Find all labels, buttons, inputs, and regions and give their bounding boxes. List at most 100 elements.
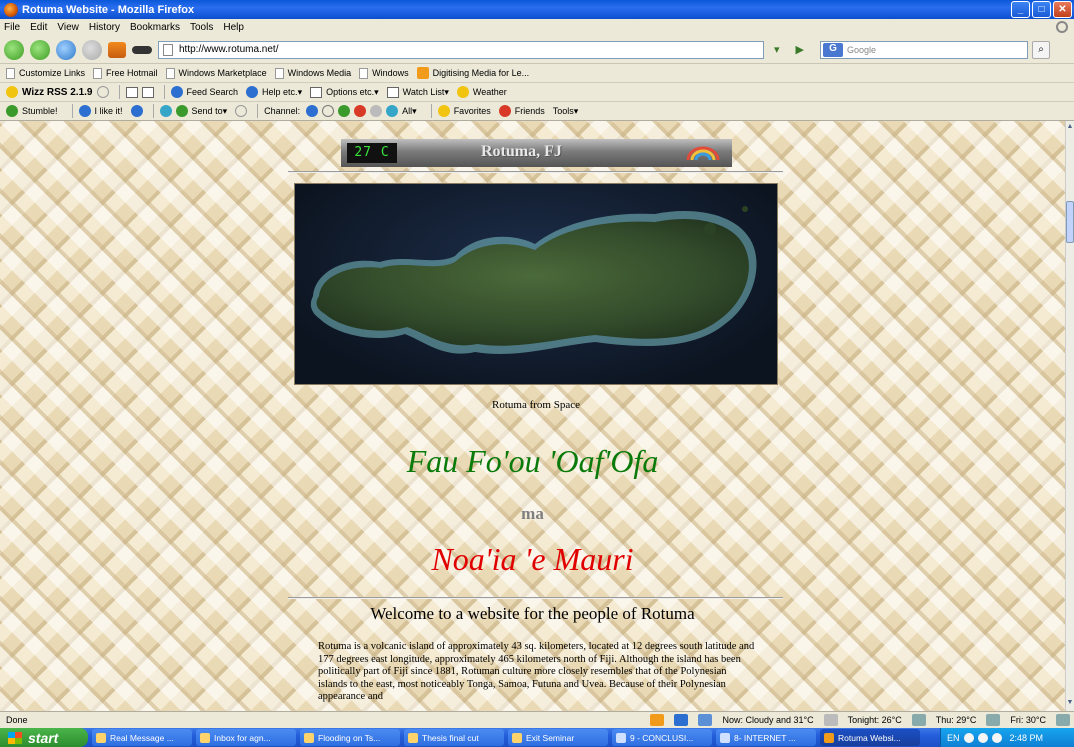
- close-button[interactable]: ✕: [1053, 1, 1072, 18]
- channel-video-icon[interactable]: [322, 105, 335, 117]
- watch-list-button[interactable]: Watch List ▾: [386, 86, 449, 98]
- link-windows-media[interactable]: Windows Media: [274, 67, 352, 79]
- menu-help[interactable]: Help: [223, 22, 244, 33]
- video-icon[interactable]: [698, 714, 713, 726]
- window-icon[interactable]: [141, 86, 154, 98]
- task-label: Real Message ...: [110, 732, 174, 743]
- link-free-hotmail[interactable]: Free Hotmail: [93, 67, 158, 79]
- i-like-it-button[interactable]: I like it!: [78, 105, 123, 117]
- wizz-rss-title[interactable]: Wizz RSS 2.1.9: [22, 87, 93, 98]
- channel-globe-icon[interactable]: [306, 105, 319, 117]
- word-icon: [720, 732, 730, 743]
- channel-photo-icon[interactable]: [386, 105, 399, 117]
- favorites-button[interactable]: Favorites: [437, 105, 491, 117]
- language-indicator[interactable]: EN: [947, 733, 960, 743]
- link-label: Customize Links: [19, 68, 86, 78]
- link-label: Windows Media: [287, 68, 352, 78]
- search-input[interactable]: G Google: [820, 40, 1028, 59]
- start-label: start: [28, 729, 59, 746]
- rss-home-icon[interactable]: [6, 86, 18, 98]
- channel-tag-icon[interactable]: [370, 105, 383, 117]
- scroll-down-arrow-icon[interactable]: ▼: [1066, 699, 1074, 709]
- pencil-icon[interactable]: [159, 105, 172, 117]
- link-digitising-media[interactable]: Digitising Media for Le...: [416, 67, 529, 79]
- weather-banner[interactable]: 27 C Rotuma, FJ: [341, 139, 732, 167]
- scroll-thumb[interactable]: [1066, 201, 1074, 243]
- dropdown-arrow-icon[interactable]: ▾: [774, 43, 780, 56]
- label: Weather: [472, 87, 507, 97]
- menu-history[interactable]: History: [89, 22, 120, 33]
- menu-view[interactable]: View: [57, 22, 79, 33]
- rss-icon[interactable]: [650, 714, 665, 726]
- page-icon: [6, 67, 15, 79]
- rainbow-icon: [686, 146, 720, 161]
- menu-edit[interactable]: Edit: [30, 22, 47, 33]
- link-label: Windows Marketplace: [178, 68, 267, 78]
- link-windows[interactable]: Windows: [359, 67, 409, 79]
- menu-bookmarks[interactable]: Bookmarks: [130, 22, 180, 33]
- weather-button[interactable]: Weather: [456, 86, 507, 98]
- url-bar[interactable]: http://www.rotuma.net/: [158, 40, 764, 59]
- thumbs-down-icon[interactable]: [130, 105, 143, 117]
- start-button[interactable]: start: [0, 728, 88, 747]
- help-icon: [246, 86, 259, 98]
- search-icon[interactable]: ⌕: [1032, 40, 1050, 59]
- weather-fri[interactable]: Fri: 30°C: [1010, 715, 1046, 725]
- options-button[interactable]: Options etc. ▾: [310, 86, 379, 98]
- minimize-button[interactable]: _: [1011, 1, 1030, 18]
- task-label: Exit Seminar: [526, 732, 575, 743]
- taskbar-item[interactable]: 8- INTERNET ...: [716, 729, 816, 746]
- feed-search-button[interactable]: Feed Search: [170, 86, 238, 98]
- label: Favorites: [453, 106, 491, 116]
- tools-icon[interactable]: [674, 714, 689, 726]
- page-icon: [165, 67, 175, 79]
- taskbar-item[interactable]: Inbox for agn...: [196, 729, 296, 746]
- link-customize-links[interactable]: Customize Links: [6, 67, 86, 79]
- clock[interactable]: 2:48 PM: [1010, 733, 1044, 743]
- go-arrow-icon[interactable]: ▶: [796, 43, 804, 56]
- back-arrow-icon[interactable]: [4, 39, 24, 60]
- bookmark-icon[interactable]: [132, 45, 152, 54]
- weather-thu[interactable]: Thu: 29°C: [936, 715, 977, 725]
- home-icon[interactable]: [108, 41, 126, 58]
- page-icon: [93, 67, 103, 79]
- friends-button[interactable]: Friends: [498, 105, 545, 117]
- weather-now[interactable]: Now: Cloudy and 31°C: [722, 715, 813, 725]
- link-windows-marketplace[interactable]: Windows Marketplace: [165, 67, 267, 79]
- taskbar-item[interactable]: 9 - CONCLUSI...: [612, 729, 712, 746]
- all-button[interactable]: All ▾: [402, 106, 417, 117]
- taskbar-item[interactable]: Flooding on Ts...: [300, 729, 400, 746]
- weather-tonight[interactable]: Tonight: 26°C: [848, 715, 902, 725]
- menu-tools[interactable]: Tools: [190, 22, 213, 33]
- stumble-button[interactable]: Stumble!: [6, 105, 58, 117]
- task-label: 9 - CONCLUSI...: [630, 732, 694, 743]
- vertical-scrollbar[interactable]: ▲ ▼: [1065, 121, 1074, 711]
- google-icon[interactable]: G: [823, 42, 843, 57]
- send-to-button[interactable]: Send to ▾: [175, 105, 227, 117]
- menu-file[interactable]: File: [4, 22, 20, 33]
- scroll-up-arrow-icon[interactable]: ▲: [1066, 123, 1074, 133]
- comment-icon[interactable]: [235, 105, 248, 117]
- taskbar-item[interactable]: Thesis final cut: [404, 729, 504, 746]
- refresh-icon[interactable]: [96, 86, 109, 98]
- throbber-icon: [1056, 21, 1068, 33]
- app-icon: [96, 732, 106, 743]
- channel-list-icon[interactable]: [338, 105, 351, 117]
- page-icon: [274, 67, 284, 79]
- stop-icon[interactable]: [82, 39, 102, 60]
- channel-people-icon[interactable]: [354, 105, 367, 117]
- volume-icon[interactable]: [977, 732, 988, 743]
- security-icon[interactable]: [991, 732, 1002, 743]
- page-icon: [163, 43, 173, 56]
- forward-arrow-icon[interactable]: [30, 39, 50, 60]
- tools-button[interactable]: Tools ▾: [553, 106, 579, 117]
- maximize-button[interactable]: □: [1032, 1, 1051, 18]
- reload-icon[interactable]: [56, 39, 76, 60]
- taskbar-item-active[interactable]: Rotuma Websi...: [820, 729, 920, 746]
- bookmark-folder-icon: [416, 67, 429, 79]
- taskbar-item[interactable]: Real Message ...: [92, 729, 192, 746]
- help-button[interactable]: Help etc. ▾: [246, 86, 302, 98]
- sidebar-icon[interactable]: [125, 86, 138, 98]
- taskbar-item[interactable]: Exit Seminar: [508, 729, 608, 746]
- network-icon[interactable]: [963, 732, 974, 743]
